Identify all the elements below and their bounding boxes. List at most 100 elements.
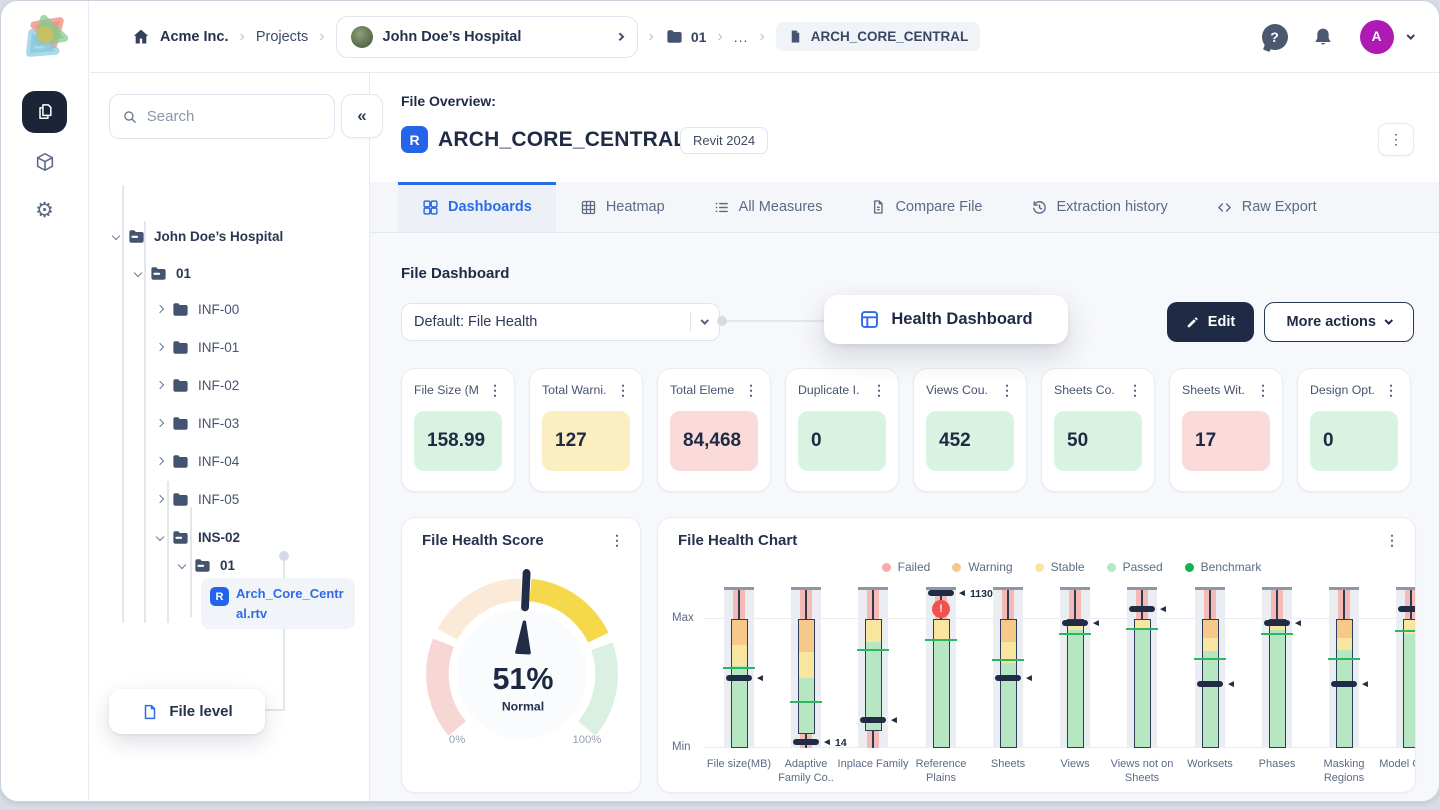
breadcrumb-projects[interactable]: Projects xyxy=(256,29,308,45)
passed-segment xyxy=(1404,634,1417,747)
tree-item-label: Arch_Core_Central.rtv xyxy=(236,584,346,623)
kpi-card-4: Views Cou.⋮452 xyxy=(913,368,1027,492)
notifications-button[interactable] xyxy=(1312,26,1334,48)
x-axis-label: Phases xyxy=(1239,757,1315,771)
file-dashboard-heading: File Dashboard xyxy=(401,265,509,282)
kebab-icon[interactable]: ⋮ xyxy=(616,382,630,399)
tree-item-inf-03[interactable]: INF-03 xyxy=(89,409,363,437)
chevron-down-icon[interactable] xyxy=(1406,31,1414,39)
breadcrumb-org[interactable]: Acme Inc. xyxy=(160,29,229,45)
tree-item-inf-00[interactable]: INF-00 xyxy=(89,295,363,323)
kpi-value: 84,468 xyxy=(670,411,758,471)
help-button[interactable]: ? xyxy=(1262,24,1288,50)
marker-value-label: 1130 xyxy=(970,589,993,600)
passed-segment xyxy=(1203,651,1218,747)
chevron-down-icon xyxy=(1385,317,1393,325)
tab-all-measures[interactable]: All Measures xyxy=(689,182,847,232)
kebab-icon[interactable]: ⋮ xyxy=(1128,382,1142,399)
chevron-right-icon[interactable] xyxy=(156,381,164,389)
tree-item-01[interactable]: 01 xyxy=(89,259,363,287)
tree-item-inf-04[interactable]: INF-04 xyxy=(89,447,363,475)
file-icon xyxy=(870,199,886,215)
gauge-min-label: 0% xyxy=(449,734,465,746)
range-box xyxy=(1403,619,1417,748)
tab-extraction-history[interactable]: Extraction history xyxy=(1007,182,1192,232)
chevron-down-icon[interactable] xyxy=(156,533,164,541)
tab-label: Raw Export xyxy=(1242,199,1317,215)
chevron-right-icon[interactable] xyxy=(156,419,164,427)
tree-item-inf-01[interactable]: INF-01 xyxy=(89,333,363,361)
tab-raw-export[interactable]: Raw Export xyxy=(1192,182,1341,232)
breadcrumb-file[interactable]: ARCH_CORE_CENTRAL xyxy=(776,22,981,51)
folder-icon xyxy=(171,452,190,471)
nav-settings-button[interactable]: ⚙ xyxy=(22,189,67,231)
dashboard-view-select[interactable]: Default: File Health xyxy=(401,303,720,341)
folder-icon xyxy=(171,490,190,509)
nav-files-button[interactable] xyxy=(22,91,67,133)
tree-item-john-doe-s-hospital[interactable]: John Doe’s Hospital xyxy=(89,222,363,250)
chevron-down-icon[interactable] xyxy=(112,232,120,240)
whisker-line xyxy=(872,731,874,748)
kpi-card-2: Total Eleme⋮84,468 xyxy=(657,368,771,492)
app-logo[interactable] xyxy=(18,9,74,65)
kebab-icon[interactable]: ⋮ xyxy=(1384,382,1398,399)
chevron-right-icon[interactable] xyxy=(156,305,164,313)
tab-compare-file[interactable]: Compare File xyxy=(846,182,1006,232)
search-input[interactable] xyxy=(147,108,322,125)
breadcrumb-file-label: ARCH_CORE_CENTRAL xyxy=(811,29,969,44)
home-icon[interactable] xyxy=(131,27,151,47)
benchmark-line xyxy=(857,649,889,651)
chevron-right-icon[interactable] xyxy=(156,457,164,465)
tree-item-ins-02[interactable]: INS-02 xyxy=(89,523,363,551)
card-menu-button[interactable]: ⋮ xyxy=(610,532,624,549)
current-value-marker xyxy=(726,675,752,681)
kpi-label: Views Cou. xyxy=(926,383,1000,397)
tree-item-01[interactable]: 01 xyxy=(89,551,363,579)
boxplot-column-masking-regions: ◄ xyxy=(1329,587,1359,748)
tree-item-inf-02[interactable]: INF-02 xyxy=(89,371,363,399)
list-icon xyxy=(713,199,730,216)
tree-item-label: INF-00 xyxy=(198,302,239,317)
whisker-line xyxy=(805,590,807,619)
kebab-icon[interactable]: ⋮ xyxy=(1000,382,1014,399)
current-value-marker xyxy=(1398,606,1416,612)
whisker-line xyxy=(1007,590,1009,619)
connector-line xyxy=(263,709,285,711)
chevron-right-icon: › xyxy=(319,28,324,46)
collapse-sidebar-button[interactable]: « xyxy=(341,94,383,138)
tab-label: Heatmap xyxy=(606,199,665,215)
collapse-icon: « xyxy=(357,106,366,126)
chevron-down-icon[interactable] xyxy=(134,269,142,277)
kebab-icon[interactable]: ⋮ xyxy=(488,382,502,399)
edit-button[interactable]: Edit xyxy=(1167,302,1254,342)
search-icon xyxy=(122,108,138,126)
boxplot-column-adaptive-family-co-: ◄14 xyxy=(791,587,821,748)
breadcrumb-ellipsis[interactable]: ... xyxy=(734,29,749,45)
more-actions-button[interactable]: More actions xyxy=(1264,302,1414,342)
tab-heatmap[interactable]: Heatmap xyxy=(556,182,689,232)
file-tree-panel: John Doe’s Hospital 01 INF-00 INF-01 INF-02 I… xyxy=(89,73,370,801)
folder-icon xyxy=(171,414,190,433)
marker-arrow-icon: ◄ xyxy=(1293,619,1303,629)
kpi-label: Total Warni. xyxy=(542,383,616,397)
health-dashboard-label: Health Dashboard xyxy=(891,310,1032,329)
breadcrumb-project-pill[interactable]: John Doe’s Hospital xyxy=(336,16,638,58)
chevron-right-icon[interactable] xyxy=(156,343,164,351)
tree-item-label: INF-01 xyxy=(198,340,239,355)
file-actions-menu-button[interactable]: ⋮ xyxy=(1378,123,1414,156)
kebab-icon[interactable]: ⋮ xyxy=(872,382,886,399)
whisker-line xyxy=(1141,590,1143,619)
tree-item-selected-file[interactable]: RArch_Core_Central.rtv xyxy=(201,578,355,629)
chevron-right-icon[interactable] xyxy=(156,495,164,503)
tree-item-inf-05[interactable]: INF-05 xyxy=(89,485,363,513)
kebab-icon: ⋮ xyxy=(1389,131,1403,148)
nav-model-button[interactable] xyxy=(22,141,67,183)
breadcrumb-folder[interactable]: 01 xyxy=(691,29,707,45)
warning-segment xyxy=(1001,620,1016,642)
x-axis-label: Sheets xyxy=(970,757,1046,771)
chevron-down-icon[interactable] xyxy=(178,561,186,569)
user-avatar[interactable]: A xyxy=(1360,20,1394,54)
kebab-icon[interactable]: ⋮ xyxy=(744,382,758,399)
tab-dashboards[interactable]: Dashboards xyxy=(398,182,556,232)
kebab-icon[interactable]: ⋮ xyxy=(1256,382,1270,399)
